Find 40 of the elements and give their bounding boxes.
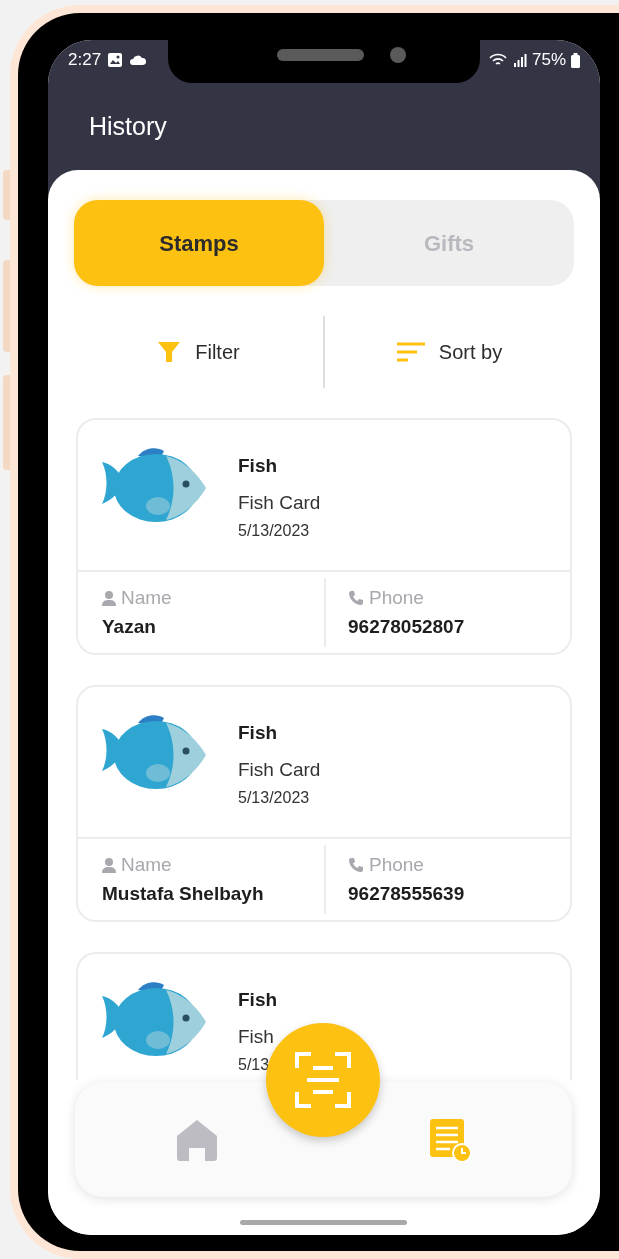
card-date: 5/13 [238,1055,271,1075]
field-label: Name [121,586,172,610]
sort-icon [396,342,425,362]
image-icon [107,52,124,68]
card-title: Fish [238,454,279,478]
phone-icon [348,590,364,607]
scan-icon [295,1052,351,1108]
person-icon [102,857,116,873]
person-icon [102,590,116,606]
stamp-card[interactable]: Fish Fish Card 5/13/2023 Name Mustafa Shelbayh Phone 96278555639 [76,685,572,922]
customer-name: Yazan [102,614,157,639]
home-icon[interactable] [175,1117,219,1162]
sort-button[interactable]: Sort by [325,316,574,388]
card-subtitle: Fish [238,1024,275,1049]
signal-icon [512,53,527,67]
field-label: Phone [369,853,424,877]
cloud-icon [129,54,148,66]
phone-number: 96278555639 [348,881,466,906]
phone-icon [348,857,364,874]
phone-number: 96278052807 [348,614,466,639]
stamp-card[interactable]: Fish Fish 5/13 [76,952,572,1080]
stamp-card[interactable]: Fish Fish Card 5/13/2023 Name Yazan Phone 96278052807 [76,418,572,655]
card-date: 5/13/2023 [238,521,311,541]
status-time: 2:27 [68,49,102,72]
screen-title: History [88,111,168,142]
customer-name: Mustafa Shelbayh [102,881,265,906]
field-label: Name [121,853,172,877]
battery-icon [571,52,580,68]
tab[interactable]: Stamps [74,200,324,286]
filter-icon [157,340,182,364]
card-date: 5/13/2023 [238,788,311,808]
card-subtitle: Fish Card [238,490,321,515]
filter-button[interactable]: Filter [74,316,323,388]
field-label: Phone [369,586,424,610]
document-clock-icon[interactable] [428,1116,472,1163]
card-title: Fish [238,988,278,1012]
card-title: Fish [238,721,279,745]
card-subtitle: Fish Card [238,757,321,782]
wifi-icon [487,52,508,68]
battery-percent: 75% [531,49,566,72]
